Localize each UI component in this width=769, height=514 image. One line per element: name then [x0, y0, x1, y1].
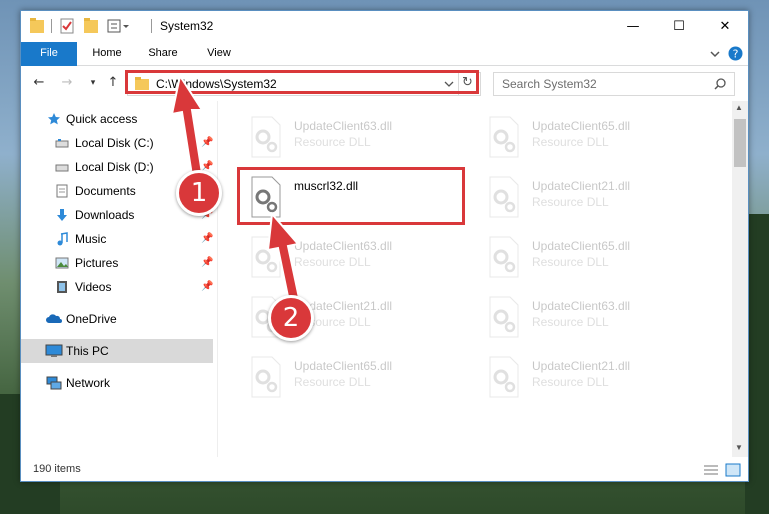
file-item[interactable]: UpdateClient63.dll Resource DLL [476, 293, 706, 349]
folder-icon [30, 18, 44, 33]
nav-this-pc[interactable]: This PC [21, 339, 213, 363]
file-type: Resource DLL [532, 195, 609, 209]
drive-icon [55, 164, 69, 172]
up-button[interactable]: ↑ [103, 74, 123, 92]
file-item[interactable]: UpdateClient21.dll Resource DLL [476, 353, 706, 409]
tab-view[interactable]: View [195, 42, 243, 65]
tab-share[interactable]: Share [139, 42, 187, 65]
pin-icon: 📌 [201, 281, 214, 292]
item-count: 190 items [33, 463, 81, 475]
file-name: UpdateClient65.dll [294, 359, 393, 373]
computer-icon [45, 344, 63, 357]
nav-label: Local Disk (C:) [75, 136, 154, 150]
nav-label: Downloads [75, 208, 135, 222]
documents-icon [56, 184, 68, 198]
nav-pictures[interactable]: Pictures 📌 [21, 251, 213, 275]
forward-button[interactable]: → [57, 74, 77, 92]
pictures-icon [55, 257, 69, 269]
divider [151, 19, 152, 33]
title-bar: System32 — ☐ ✕ [21, 11, 748, 42]
properties-icon[interactable] [59, 17, 75, 35]
vertical-scrollbar[interactable]: ▲ ▼ [732, 101, 748, 457]
nav-label: This PC [66, 344, 109, 358]
search-input[interactable]: Search System32 [493, 72, 735, 96]
dll-file-icon [489, 356, 519, 398]
divider [51, 19, 52, 33]
nav-label: Pictures [75, 256, 119, 270]
search-placeholder: Search System32 [502, 77, 597, 91]
drive-icon [55, 139, 69, 148]
star-icon [48, 113, 60, 125]
nav-label: OneDrive [66, 312, 117, 326]
tab-home[interactable]: Home [83, 42, 131, 65]
dll-file-icon [489, 296, 519, 338]
network-icon [46, 376, 62, 390]
file-item[interactable]: UpdateClient65.dll Resource DLL [476, 113, 706, 169]
file-name: UpdateClient65.dll [532, 119, 631, 133]
large-icons-view-icon[interactable] [725, 463, 741, 477]
file-item[interactable]: UpdateClient63.dll Resource DLL [238, 113, 468, 169]
scrollbar-thumb[interactable] [734, 119, 746, 167]
customize-toolbar-icon[interactable] [107, 17, 133, 35]
step-badge-2: 2 [268, 295, 314, 341]
pin-icon: 📌 [201, 257, 214, 268]
back-button[interactable]: ← [29, 74, 49, 92]
file-type: Resource DLL [532, 255, 609, 269]
expand-ribbon-icon[interactable] [709, 49, 721, 59]
nav-label: Local Disk (D:) [75, 160, 154, 174]
ribbon: File Home Share View ? [21, 42, 748, 98]
new-folder-icon[interactable] [83, 17, 99, 35]
music-icon [57, 232, 68, 246]
address-row: ← → ▾ ↑ C:\Windows\System32 ↻ Search Sys… [21, 66, 748, 100]
cloud-icon [46, 314, 62, 323]
file-item[interactable]: UpdateClient65.dll Resource DLL [238, 353, 468, 409]
file-name: UpdateClient65.dll [532, 239, 631, 253]
file-name: UpdateClient21.dll [532, 359, 631, 373]
window-title: System32 [160, 19, 214, 33]
file-item[interactable]: UpdateClient21.dll Resource DLL [476, 173, 706, 229]
scroll-up-icon[interactable]: ▲ [735, 103, 743, 112]
close-button[interactable]: ✕ [702, 11, 748, 42]
explorer-window: System32 — ☐ ✕ File Home Share View ? ← … [20, 10, 749, 482]
pin-icon: 📌 [201, 233, 214, 244]
nav-music[interactable]: Music 📌 [21, 227, 213, 251]
nav-onedrive[interactable]: OneDrive [21, 307, 213, 331]
file-name: UpdateClient63.dll [532, 299, 631, 313]
file-item[interactable]: UpdateClient65.dll Resource DLL [476, 233, 706, 289]
svg-text:?: ? [733, 48, 739, 61]
step-badge-1: 1 [176, 170, 222, 216]
nav-label: Network [66, 376, 111, 390]
nav-label: Documents [75, 184, 136, 198]
nav-network[interactable]: Network [21, 371, 213, 395]
search-icon [714, 78, 726, 90]
file-type: Resource DLL [294, 375, 371, 389]
nav-label: Music [75, 232, 107, 246]
file-type: Resource DLL [532, 375, 609, 389]
file-name: UpdateClient63.dll [294, 119, 393, 133]
help-icon[interactable]: ? [728, 46, 743, 61]
file-type: Resource DLL [532, 135, 609, 149]
dll-file-icon [251, 116, 281, 158]
dll-file-icon [489, 176, 519, 218]
nav-videos[interactable]: Videos 📌 [21, 275, 213, 299]
downloads-icon [57, 209, 67, 221]
status-bar: 190 items [21, 459, 748, 481]
details-view-icon[interactable] [703, 464, 719, 476]
minimize-button[interactable]: — [610, 11, 656, 42]
file-type: Resource DLL [294, 135, 371, 149]
dll-file-icon [489, 236, 519, 278]
videos-icon [57, 281, 67, 293]
scroll-down-icon[interactable]: ▼ [735, 443, 743, 452]
maximize-button[interactable]: ☐ [656, 11, 702, 42]
dll-file-icon [251, 356, 281, 398]
nav-label: Quick access [66, 112, 138, 126]
file-name: UpdateClient21.dll [532, 179, 631, 193]
dll-file-icon [489, 116, 519, 158]
file-type: Resource DLL [532, 315, 609, 329]
recent-locations-button[interactable]: ▾ [83, 74, 103, 92]
nav-label: Videos [75, 280, 112, 294]
